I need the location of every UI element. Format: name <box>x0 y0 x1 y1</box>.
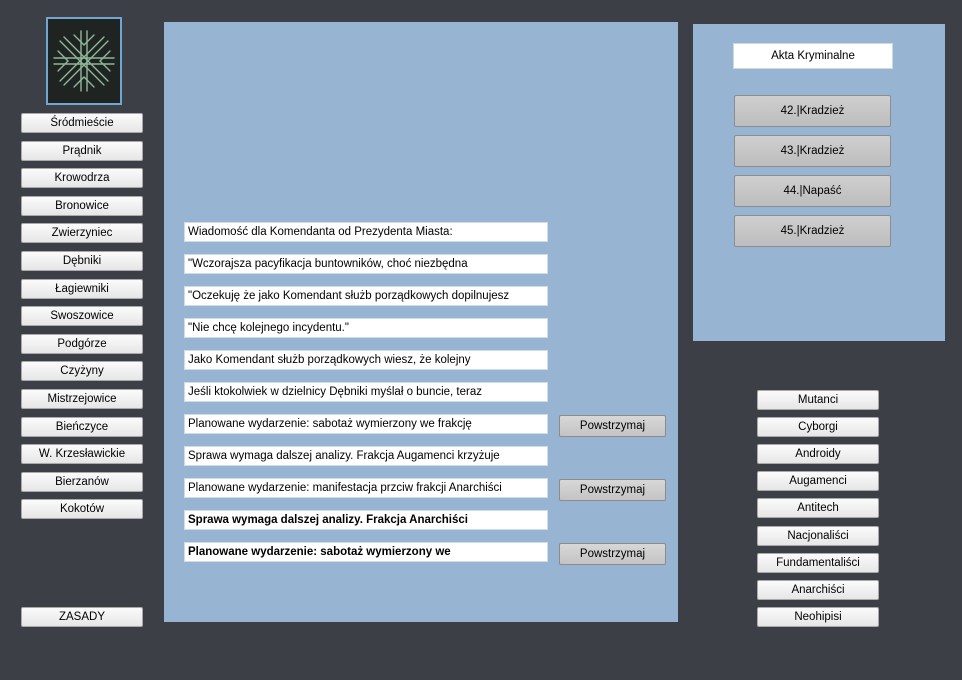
faction-button[interactable]: Augamenci <box>757 471 879 492</box>
faction-button[interactable]: Cyborgi <box>757 417 879 438</box>
faction-button[interactable]: Nacjonaliści <box>757 525 879 546</box>
district-button[interactable]: Swoszowice <box>21 306 143 327</box>
faction-button[interactable]: Androidy <box>757 444 879 465</box>
district-button[interactable]: W. Krzesławickie <box>21 444 143 465</box>
district-button[interactable]: Bronowice <box>21 195 143 216</box>
message-field: Planowane wydarzenie: manifestacja przci… <box>184 478 548 498</box>
district-button[interactable]: Podgórze <box>21 333 143 354</box>
stop-button-2[interactable]: Powstrzymaj <box>559 479 666 501</box>
district-button[interactable]: Łagiewniki <box>21 278 143 299</box>
snowflake-emblem-icon <box>53 30 115 92</box>
faction-button[interactable]: Anarchiści <box>757 579 879 600</box>
faction-button[interactable]: Fundamentaliści <box>757 552 879 573</box>
message-field: Planowane wydarzenie: sabotaż wymierzony… <box>184 414 548 434</box>
crime-record-button[interactable]: 44.|Napaść <box>734 175 891 207</box>
crime-record-button[interactable]: 43.|Kradzież <box>734 135 891 167</box>
district-button[interactable]: Zwierzyniec <box>21 223 143 244</box>
crime-record-button[interactable]: 42.|Kradzież <box>734 95 891 127</box>
city-emblem-logo <box>46 17 122 105</box>
rules-button[interactable]: ZASADY <box>21 607 143 627</box>
district-button[interactable]: Prądnik <box>21 140 143 161</box>
district-button[interactable]: Bierzanów <box>21 471 143 492</box>
message-field: Sprawa wymaga dalszej analizy. Frakcja A… <box>184 510 548 530</box>
district-button[interactable]: Dębniki <box>21 251 143 271</box>
district-button[interactable]: Bieńczyce <box>21 416 143 437</box>
stop-button-3[interactable]: Powstrzymaj <box>559 543 666 565</box>
crime-record-button[interactable]: 45.|Kradzież <box>734 215 891 247</box>
district-button[interactable]: Krowodrza <box>21 168 143 189</box>
district-button[interactable]: Czyżyny <box>21 361 143 382</box>
message-field: "Wczorajsza pacyfikacja buntowników, cho… <box>184 254 548 274</box>
district-button[interactable]: Mistrzejowice <box>21 389 143 409</box>
faction-button[interactable]: Mutanci <box>757 390 879 410</box>
message-field: Sprawa wymaga dalszej analizy. Frakcja A… <box>184 446 548 466</box>
crime-records-title: Akta Kryminalne <box>733 43 893 69</box>
message-field: "Nie chcę kolejnego incydentu." <box>184 318 548 338</box>
message-field: Planowane wydarzenie: sabotaż wymierzony… <box>184 542 548 562</box>
faction-button[interactable]: Neohipisi <box>757 606 879 627</box>
stop-button-1[interactable]: Powstrzymaj <box>559 415 666 437</box>
message-field: "Oczekuję że jako Komendant służb porząd… <box>184 286 548 306</box>
message-field: Jeśli ktokolwiek w dzielnicy Dębniki myś… <box>184 382 548 402</box>
district-button[interactable]: Śródmieście <box>21 113 143 133</box>
faction-button[interactable]: Antitech <box>757 498 879 519</box>
district-button[interactable]: Kokotów <box>21 499 143 520</box>
message-field: Wiadomość dla Komendanta od Prezydenta M… <box>184 222 548 242</box>
message-field: Jako Komendant służb porządkowych wiesz,… <box>184 350 548 370</box>
